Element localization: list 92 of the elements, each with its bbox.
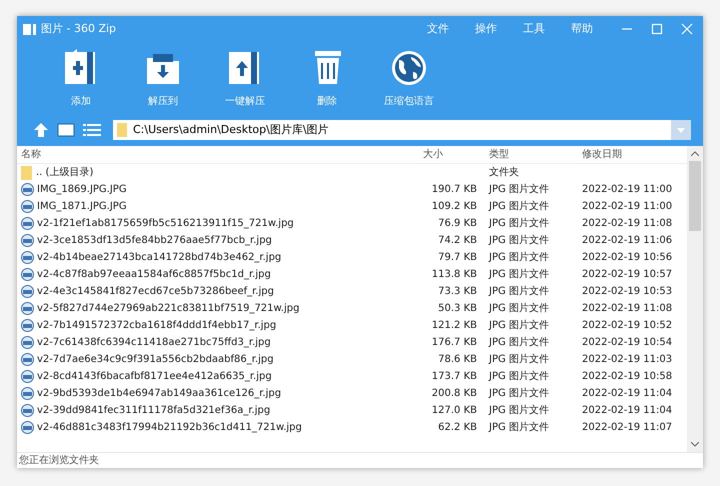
table-cell-text: 2022-02-19 10:57: [582, 268, 674, 282]
table-cell-text: JPG 图片文件: [488, 302, 550, 316]
table-cell-text: 121.2 KB: [430, 319, 477, 333]
table-cell-text: 2022-02-19 11:04: [582, 387, 674, 401]
table-cell: v2-46d881c3483f17994b21192b36c1d411_721w.jpg: [17, 420, 417, 435]
table-cell: IMG_1869.JPG.JPG: [17, 182, 417, 197]
table-cell: .. (上级目录): [17, 165, 417, 180]
folder-icon: [117, 123, 127, 137]
table-cell-text: 2022-02-19 10:52: [582, 319, 674, 333]
table-cell: v2-4e3c145841f827ecd67ce5b73286beef_r.jpg: [17, 284, 417, 299]
toolbar-button[interactable]: 删除: [291, 48, 363, 109]
table-cell: v2-5f827d744e27969ab221c83811bf7519_721w.jpg: [17, 301, 417, 316]
scrollbar-thumb[interactable]: [689, 161, 701, 231]
table-cell: IMG_1871.JPG.JPG: [17, 199, 417, 214]
table-cell-text: 200.8 KB: [430, 387, 477, 401]
thumbnail-view-icon[interactable]: [57, 123, 75, 137]
table-cell-text: JPG 图片文件: [488, 352, 550, 367]
table-cell-text: 2022-02-19 11:08: [582, 217, 674, 231]
table-cell-text: 2022-02-19 11:07: [582, 421, 674, 435]
address-field[interactable]: C:\Users\admin\Desktop\图片库\图片: [113, 120, 691, 140]
table-cell-text: 74.2 KB: [437, 234, 477, 248]
table-cell-text: JPG 图片文件: [488, 200, 550, 214]
table-cell: v2-1f21ef1ab8175659fb5c516213911f15_721w.jpg: [17, 216, 417, 231]
table-cell-text: JPG 图片文件: [488, 284, 550, 299]
menu-item[interactable]: 文件: [427, 20, 449, 38]
table-cell: v2-39dd9841fec311f11178fa5d321ef36a_r.jpg: [17, 403, 417, 418]
table-cell-text: JPG 图片文件: [488, 336, 550, 350]
toolbar-button[interactable]: 压缩包语言: [373, 48, 445, 109]
toolbar-button[interactable]: 添加: [45, 48, 117, 109]
status-text: 您正在浏览文件夹: [19, 454, 99, 468]
table-cell-text: 2022-02-19 10:58: [582, 370, 674, 384]
toolbar-button[interactable]: 解压到: [127, 48, 199, 109]
table-cell-text: JPG 图片文件: [488, 370, 550, 384]
folder-icon: [21, 166, 33, 180]
address-text: C:\Users\admin\Desktop\图片库\图片: [133, 122, 329, 138]
table-cell: v2-9bd5393de1b4e6947ab149aa361ce126_r.jpg: [17, 386, 417, 401]
table-cell-text: 50.3 KB: [437, 302, 477, 316]
table-cell-text: 文件夹: [488, 166, 520, 180]
window-title: 图片 - 360 Zip: [41, 20, 116, 37]
table-cell-text: 190.7 KB: [430, 183, 477, 197]
table-cell-text: 2022-02-19 11:00: [582, 183, 674, 197]
table-cell: v2-7b1491572372cba1618f4ddd1f4ebb17_r.jpg: [17, 318, 417, 333]
toolbar-button[interactable]: 一键解压: [209, 48, 281, 109]
table-cell-text: 2022-02-19 11:00: [582, 200, 674, 214]
table-cell: v2-7d7ae6e34c9c9f391a556cb2bdaabf86_r.jpg: [17, 352, 417, 367]
column-header[interactable]: 大小: [417, 147, 477, 162]
table-cell-text: 2022-02-19 10:54: [582, 336, 674, 350]
table-cell-text: JPG 图片文件: [488, 216, 550, 231]
table-cell-text: 2022-02-19 11:04: [582, 404, 674, 418]
table-cell-text: 176.7 KB: [430, 336, 477, 350]
maximize-icon[interactable]: [651, 23, 663, 35]
table-cell-text: 113.8 KB: [430, 268, 477, 282]
table-cell-text: 2022-02-19 11:03: [582, 353, 674, 367]
scrollbar[interactable]: [687, 146, 703, 452]
table-cell-text: 76.9 KB: [437, 217, 477, 231]
table-cell: v2-4c87f8ab97eeaa1584af6c8857f5bc1d_r.jpg: [17, 267, 417, 282]
menu-item[interactable]: 帮助: [571, 20, 593, 38]
column-header[interactable]: 名称: [17, 147, 417, 162]
table-cell-text: JPG 图片文件: [488, 420, 550, 435]
column-header[interactable]: 类型: [477, 147, 582, 162]
table-cell-text: JPG 图片文件: [488, 182, 550, 197]
table-cell-text: 2022-02-19 11:08: [582, 302, 674, 316]
table-cell-text: JPG 图片文件: [488, 404, 550, 418]
table-cell-text: 78.6 KB: [437, 353, 477, 367]
table-cell-text: JPG 图片文件: [488, 268, 550, 282]
table-cell: v2-4b14beae27143bca141728bd74b3e462_r.jpg: [17, 250, 417, 265]
table-cell: v2-8cd4143f6bacafbf8171ee4e412a6635_r.jpg: [17, 369, 417, 384]
table-cell-text: 62.2 KB: [437, 421, 477, 435]
menu-item[interactable]: 操作: [475, 20, 497, 38]
table-cell-text: 2022-02-19 11:06: [582, 234, 674, 248]
table-cell-text: JPG 图片文件: [488, 234, 550, 248]
table-cell: v2-3ce1853df13d5fe84bb276aae5f77bcb_r.jpg: [17, 233, 417, 248]
table-cell-text: 2022-02-19 10:53: [582, 285, 674, 299]
table-cell-text: 173.7 KB: [430, 370, 477, 384]
menu-item[interactable]: 工具: [523, 20, 545, 38]
table-cell-text: 127.0 KB: [430, 404, 477, 418]
column-header[interactable]: 修改日期: [582, 147, 687, 162]
table-cell-text: 73.3 KB: [437, 285, 477, 299]
table-cell-text: 109.2 KB: [430, 200, 477, 214]
table-cell-text: 79.7 KB: [437, 251, 477, 265]
up-arrow-icon[interactable]: [33, 122, 49, 138]
table-cell-text: JPG 图片文件: [488, 250, 550, 265]
list-view-icon[interactable]: [83, 123, 101, 137]
scroll-down-icon[interactable]: [691, 442, 699, 447]
caret-icon: [677, 128, 685, 132]
close-icon[interactable]: [681, 23, 693, 35]
globe-icon: [389, 48, 429, 88]
scroll-up-icon[interactable]: [691, 151, 699, 156]
table-cell-text: JPG 图片文件: [488, 386, 550, 401]
table-cell: v2-7c61438fc6394c11418ae271bc75ffd3_r.jpg: [17, 335, 417, 350]
table-cell-text: 2022-02-19 10:56: [582, 251, 674, 265]
table-cell-text: JPG 图片文件: [488, 318, 550, 333]
